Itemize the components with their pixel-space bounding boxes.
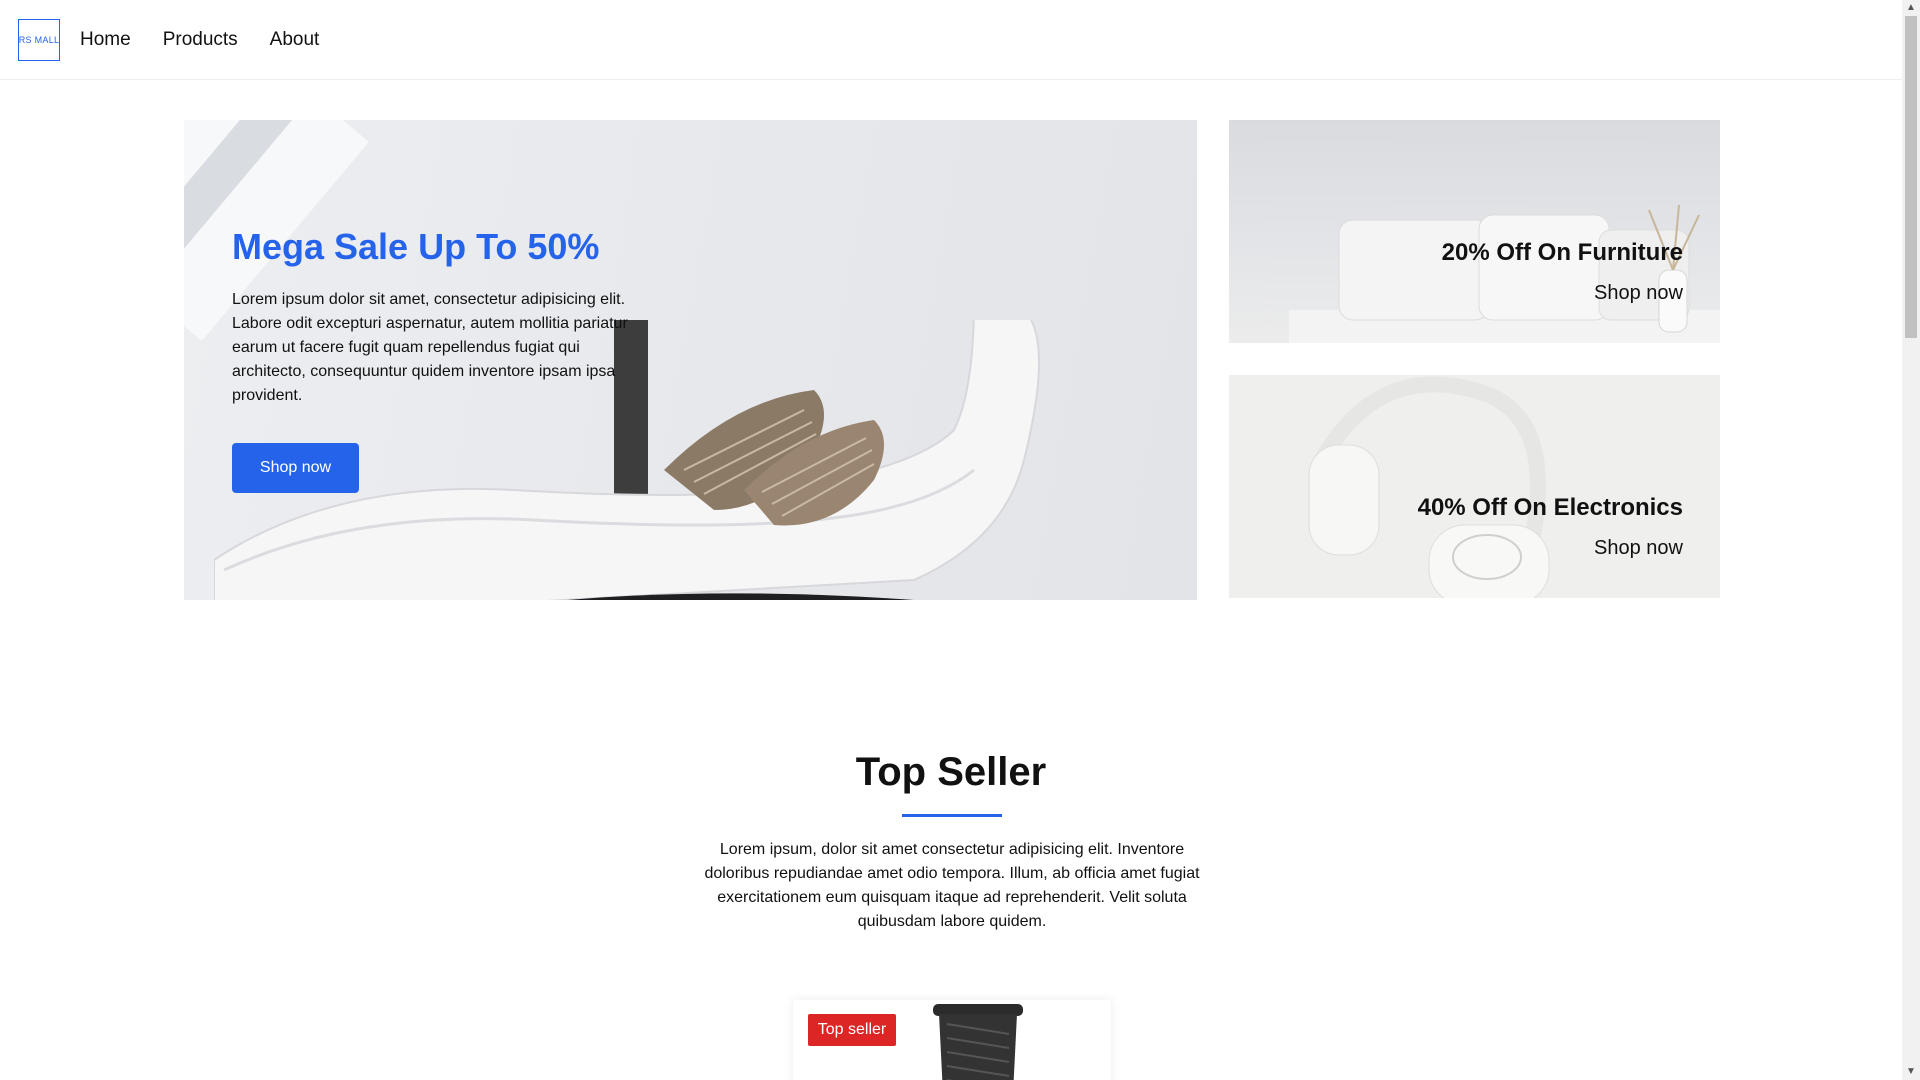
sofa-image bbox=[1289, 204, 1720, 343]
scroll-up-icon[interactable]: ▲ bbox=[1906, 3, 1916, 13]
nav-products-link[interactable]: Products bbox=[163, 29, 238, 51]
nav-about-link[interactable]: About bbox=[270, 29, 320, 51]
heading-underline bbox=[902, 814, 1002, 817]
hero-banner: Mega Sale Up To 50% Lorem ipsum dolor si… bbox=[184, 120, 1197, 600]
nav-home-link[interactable]: Home bbox=[80, 29, 131, 51]
top-seller-heading: Top Seller bbox=[855, 750, 1047, 794]
hero-shop-now-button[interactable]: Shop now bbox=[232, 443, 359, 493]
promo-card-electronics[interactable]: 40% Off On Electronics Shop now bbox=[1229, 375, 1720, 598]
hero-description: Lorem ipsum dolor sit amet, consectetur … bbox=[232, 291, 628, 404]
promo-electronics-shop-link[interactable]: Shop now bbox=[1594, 537, 1683, 560]
main-nav: Home Products About bbox=[80, 0, 319, 80]
headphones-image bbox=[1308, 376, 1550, 598]
site-header: RS MALL Home Products About bbox=[0, 0, 1902, 80]
office-chair-image bbox=[933, 1004, 1023, 1080]
top-seller-description: Lorem ipsum, dolor sit amet consectetur … bbox=[704, 841, 1200, 930]
promo-furniture-title: 20% Off On Furniture bbox=[1441, 239, 1683, 266]
top-seller-badge: Top seller bbox=[808, 1014, 896, 1046]
page-scrollbar[interactable]: ▲ ▼ bbox=[1902, 0, 1920, 1080]
product-card[interactable]: Top seller bbox=[793, 1000, 1111, 1080]
promo-card-furniture[interactable]: 20% Off On Furniture Shop now bbox=[1229, 120, 1720, 343]
scrollbar-thumb[interactable] bbox=[1905, 16, 1917, 338]
scroll-down-icon[interactable]: ▼ bbox=[1906, 1067, 1916, 1077]
hero-title: Mega Sale Up To 50% bbox=[232, 226, 600, 267]
promo-furniture-shop-link[interactable]: Shop now bbox=[1594, 282, 1683, 305]
logo[interactable]: RS MALL bbox=[18, 19, 60, 61]
promo-electronics-title: 40% Off On Electronics bbox=[1417, 494, 1683, 521]
